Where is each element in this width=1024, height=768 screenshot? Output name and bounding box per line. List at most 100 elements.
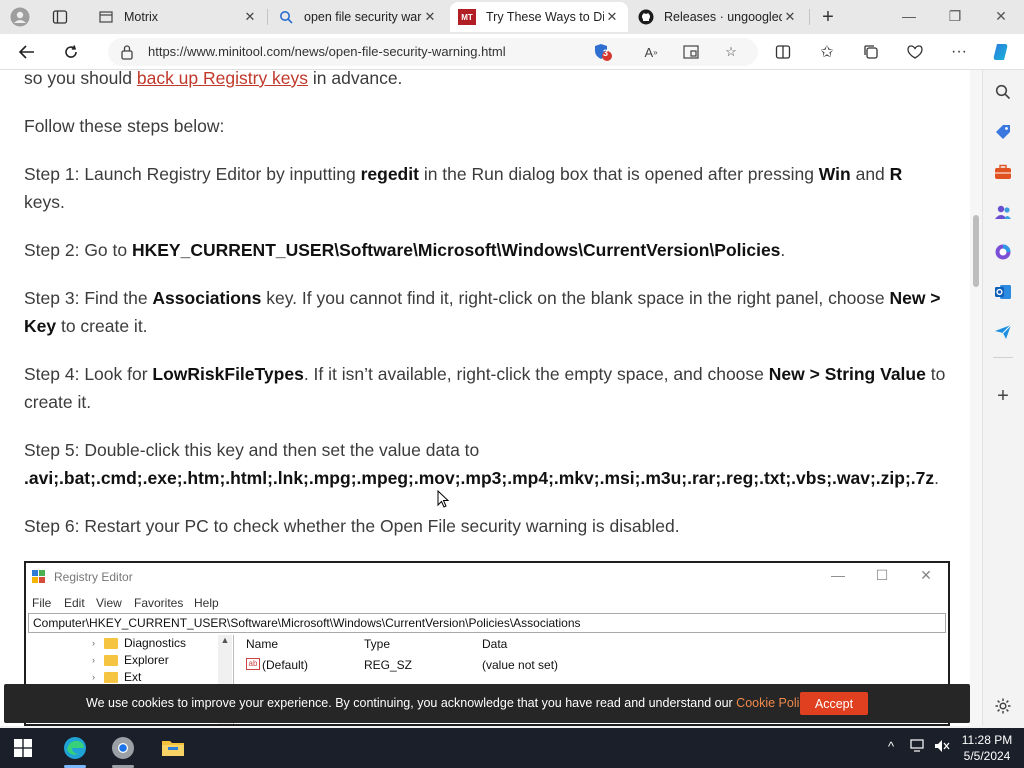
scrollbar-thumb[interactable]	[973, 215, 979, 287]
keyword: R	[889, 164, 903, 184]
menu-help: Help	[194, 596, 219, 610]
registry-editor-icon	[32, 570, 46, 584]
lock-icon[interactable]	[120, 44, 134, 60]
edge-sidebar: +	[982, 70, 1024, 726]
string-value-icon: ab	[246, 658, 260, 670]
new-tab-button[interactable]: +	[814, 4, 842, 30]
keyword: regedit	[360, 164, 419, 184]
keyword: Associations	[152, 288, 262, 308]
text: key. If you cannot find it, right-click …	[261, 288, 890, 308]
office-icon[interactable]	[992, 241, 1014, 263]
close-icon[interactable]: ✕	[604, 9, 620, 25]
step-2: Step 2: Go to HKEY_CURRENT_USER\Software…	[24, 236, 954, 264]
more-options-icon[interactable]: ···	[944, 38, 974, 66]
column-name: Name	[246, 637, 279, 651]
outlook-icon[interactable]	[992, 281, 1014, 303]
keyword: New > String Value	[768, 364, 926, 384]
text: to create it.	[56, 316, 148, 336]
tree-label: Explorer	[124, 653, 169, 667]
chevron-up-icon[interactable]: ^	[888, 739, 894, 754]
text: and	[850, 164, 890, 184]
system-clock[interactable]: 11:28 PM 5/5/2024	[954, 732, 1020, 764]
text: Step 5: Double-click this key and then s…	[24, 440, 480, 460]
chevron-right-icon: ›	[92, 655, 95, 665]
accept-cookies-button[interactable]: Accept	[800, 692, 868, 715]
step-3: Step 3: Find the Associations key. If yo…	[24, 284, 954, 340]
close-icon[interactable]: ✕	[782, 9, 798, 25]
send-icon[interactable]	[992, 321, 1014, 343]
keyword: LowRiskFileTypes	[152, 364, 304, 384]
document-icon	[98, 9, 114, 25]
tab-title: Motrix	[124, 10, 159, 24]
restore-button[interactable]: ❐	[932, 0, 978, 32]
windows-start-icon[interactable]	[8, 734, 38, 762]
column-data: Data	[482, 637, 508, 651]
back-button[interactable]	[12, 38, 42, 66]
text: create it.	[24, 392, 92, 412]
profile-avatar-icon[interactable]	[6, 4, 34, 30]
value-type: REG_SZ	[364, 658, 413, 672]
text: .	[934, 468, 939, 488]
people-icon[interactable]	[992, 201, 1014, 223]
app-available-icon[interactable]	[680, 42, 702, 62]
minimize-button[interactable]: —	[886, 0, 932, 32]
text: . If it isn’t available, right-click the…	[303, 364, 769, 384]
maximize-icon: ☐	[875, 567, 889, 583]
split-screen-icon[interactable]	[768, 38, 798, 66]
text: in advance.	[308, 70, 403, 88]
keyword: Key	[24, 316, 57, 336]
backup-registry-link[interactable]: back up Registry keys	[137, 70, 308, 88]
page-scrollbar[interactable]	[970, 70, 982, 726]
text: Step 4: Look for	[24, 364, 153, 384]
tab-releases[interactable]: Releases · ungoogled ✕	[630, 2, 806, 32]
value-name: (Default)	[262, 658, 309, 672]
close-icon[interactable]: ✕	[422, 9, 438, 25]
tab-motrix[interactable]: Motrix ✕	[90, 2, 266, 32]
favorite-star-icon[interactable]: ☆	[720, 42, 742, 62]
keyword: Win	[818, 164, 851, 184]
search-icon[interactable]	[992, 81, 1014, 103]
step-6: Step 6: Restart your PC to check whether…	[24, 516, 680, 536]
address-bar[interactable]: https://www.minitool.com/news/open-file-…	[108, 38, 758, 66]
chevron-right-icon: ›	[92, 638, 95, 648]
tree-item: › Explorer	[92, 652, 169, 668]
text: .	[780, 240, 786, 260]
screen: Motrix ✕ open file security war ✕ MT Try…	[0, 0, 1024, 768]
tab-search[interactable]: open file security war ✕	[270, 2, 446, 32]
close-icon: ✕	[920, 567, 932, 583]
web-page: so you should back up Registry keys in a…	[0, 70, 970, 726]
clock-date: 5/5/2024	[963, 749, 1011, 763]
shopping-tag-icon[interactable]	[992, 121, 1014, 143]
tab-divider	[267, 9, 268, 25]
copilot-icon[interactable]	[986, 38, 1016, 66]
read-aloud-icon[interactable]: A»	[640, 42, 662, 62]
step-4: Step 4: Look for LowRiskFileTypes. If it…	[24, 360, 954, 416]
chrome-browser-icon[interactable]	[108, 734, 138, 762]
close-icon[interactable]: ✕	[242, 9, 258, 25]
favorites-icon[interactable]: ✩	[812, 38, 842, 66]
network-icon[interactable]	[910, 739, 926, 756]
volume-muted-icon[interactable]	[934, 739, 950, 756]
close-window-button[interactable]: ✕	[978, 0, 1024, 32]
cookie-message: We use cookies to improve your experienc…	[86, 696, 814, 710]
file-explorer-icon[interactable]	[158, 734, 188, 762]
tab-minitool[interactable]: MT Try These Ways to Dis ✕	[450, 2, 628, 32]
file-extension-list: .avi;.bat;.cmd;.exe;.htm;.html;.lnk;.mpg…	[24, 468, 935, 488]
step-5: Step 5: Double-click this key and then s…	[24, 436, 954, 492]
edge-browser-icon[interactable]	[60, 734, 90, 762]
refresh-button[interactable]	[56, 38, 86, 66]
text: Step 2: Go to	[24, 240, 132, 260]
collections-icon[interactable]	[856, 38, 886, 66]
browser-toolbar: https://www.minitool.com/news/open-file-…	[0, 34, 1024, 70]
regedit-title-bar: Registry Editor — ☐ ✕	[26, 563, 948, 591]
menu-favorites: Favorites	[134, 596, 184, 610]
mouse-cursor-icon	[437, 489, 450, 508]
add-sidebar-app-icon[interactable]: +	[992, 385, 1014, 407]
browser-essentials-icon[interactable]	[900, 38, 930, 66]
tab-strip: Motrix ✕ open file security war ✕ MT Try…	[0, 0, 1024, 34]
tools-briefcase-icon[interactable]	[992, 161, 1014, 183]
tab-title: open file security war	[304, 10, 422, 24]
tab-actions-icon[interactable]	[46, 4, 74, 30]
settings-gear-icon[interactable]	[992, 695, 1014, 717]
windows-taskbar: ^ 11:28 PM 5/5/2024	[0, 728, 1024, 768]
